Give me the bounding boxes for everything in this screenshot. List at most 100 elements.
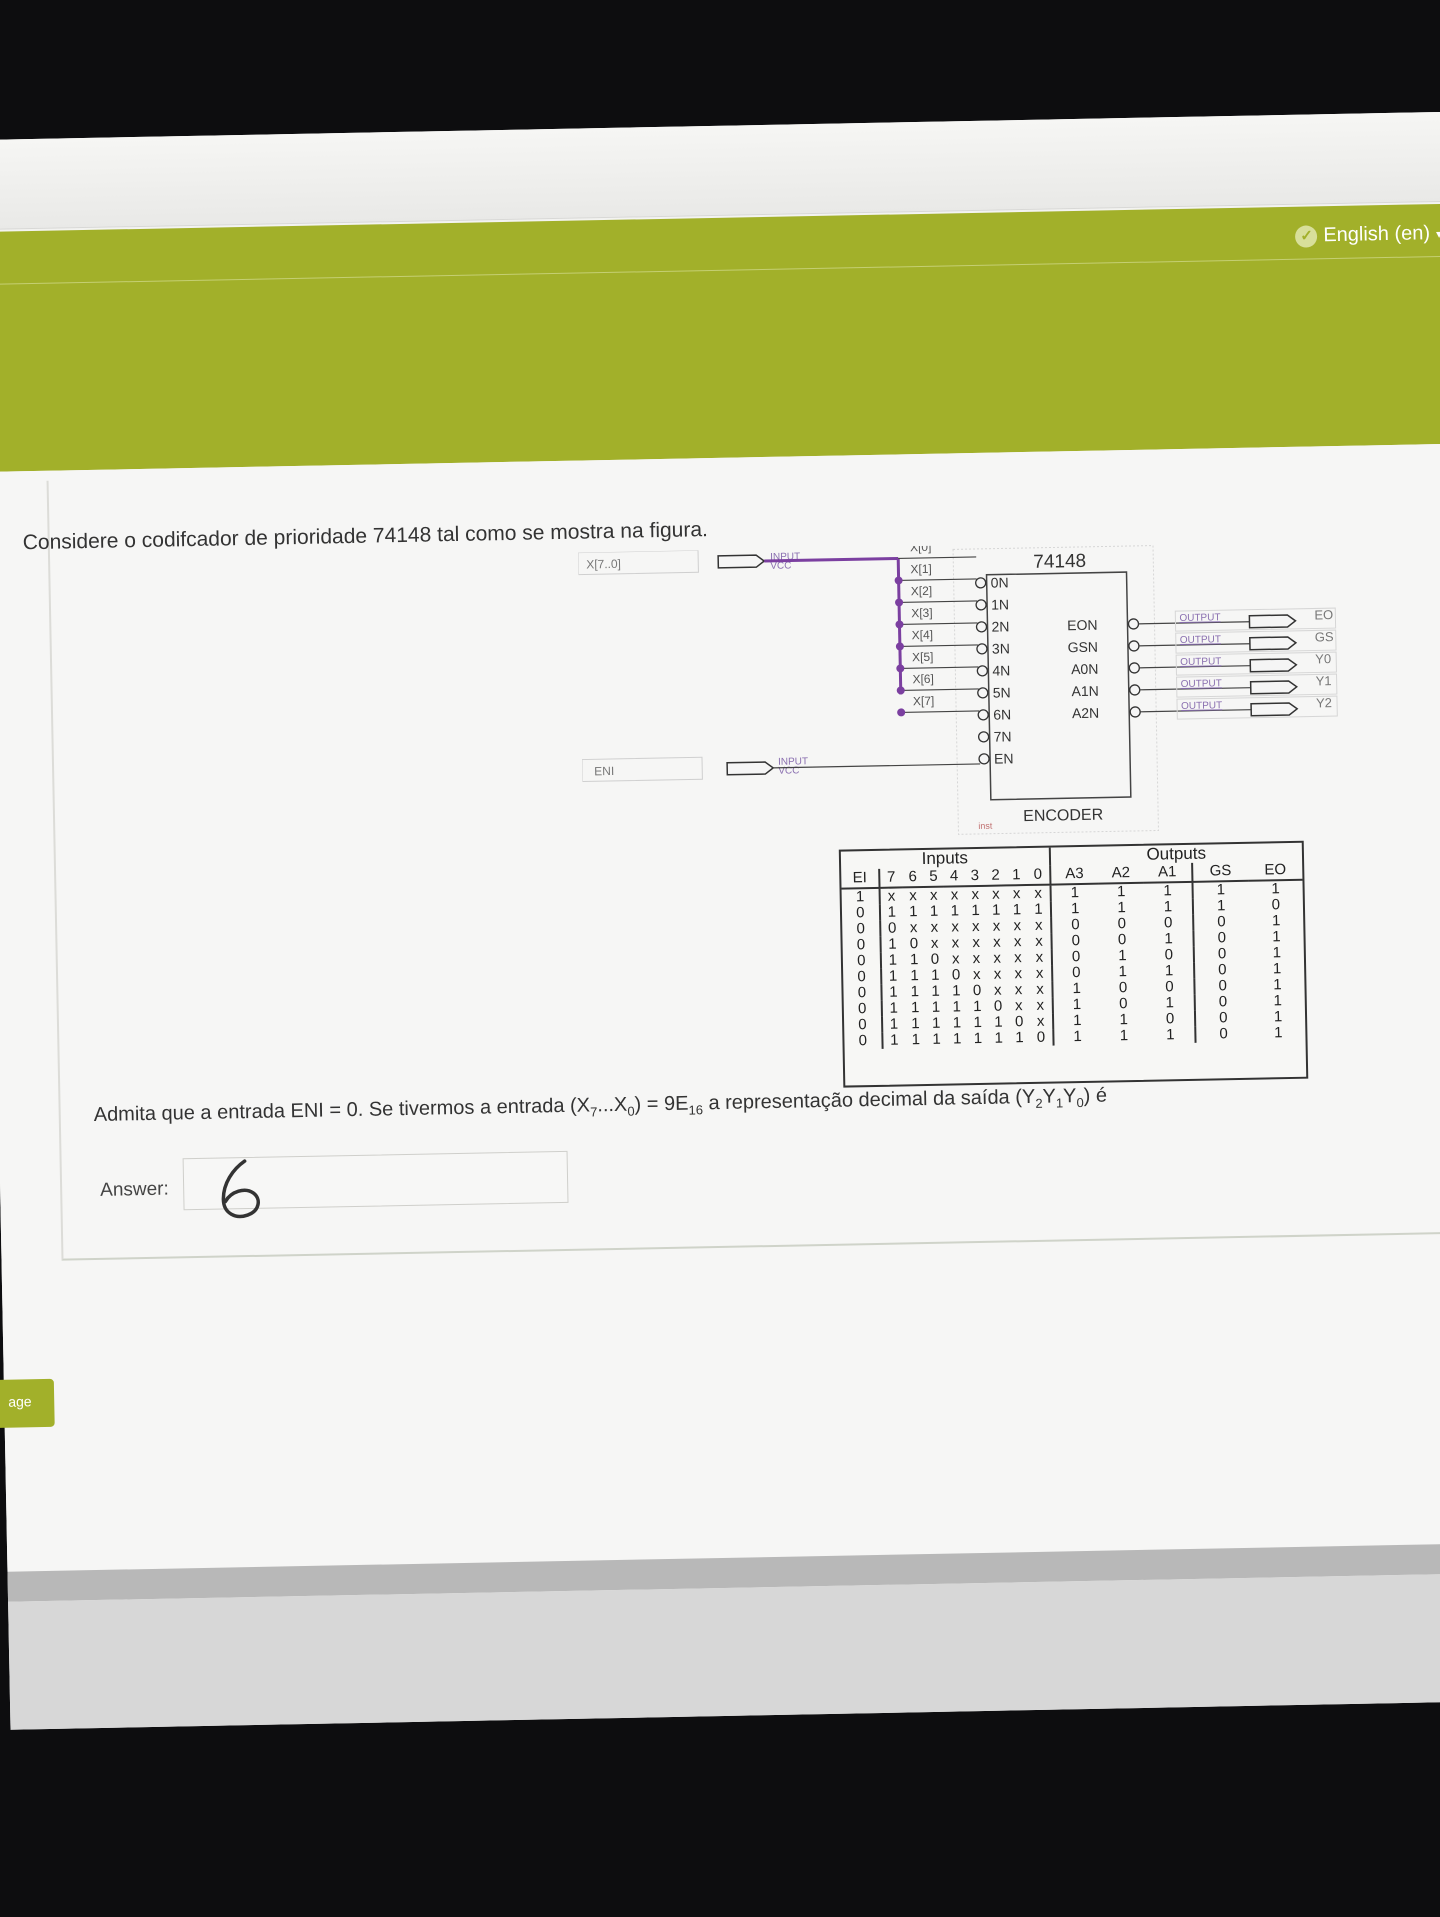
table-cell: x bbox=[930, 918, 939, 936]
table-cell: 1 bbox=[1274, 1024, 1283, 1042]
language-label: English (en) bbox=[1323, 222, 1431, 247]
table-cell: 0 bbox=[1217, 929, 1227, 947]
left-pin-label: 1N bbox=[991, 596, 1009, 612]
left-pin-label: 0N bbox=[991, 574, 1009, 590]
table-cell: 1 bbox=[1272, 928, 1281, 946]
check-globe-icon bbox=[1295, 224, 1318, 248]
table-cell: x bbox=[1014, 965, 1023, 983]
table-cell: 1 bbox=[910, 983, 920, 1001]
left-pin-label: 2N bbox=[991, 618, 1009, 634]
bus-input-label: X[7..0] bbox=[586, 557, 621, 572]
table-cell: x bbox=[1027, 917, 1052, 935]
column-header: A2 bbox=[1097, 863, 1144, 884]
table-cell: 1 bbox=[1143, 881, 1193, 900]
left-pin-label: EN bbox=[994, 750, 1014, 766]
column-header: 6 bbox=[902, 868, 924, 888]
table-cell: 0 bbox=[1271, 896, 1281, 914]
bus-tap-wire bbox=[900, 688, 979, 692]
output-bubble bbox=[1128, 662, 1140, 674]
table-cell: 1 bbox=[1012, 901, 1022, 919]
table-cell: x bbox=[1014, 981, 1023, 999]
table-cell: 0 bbox=[843, 968, 882, 986]
table-cell: x bbox=[1012, 885, 1021, 903]
table-cell: x bbox=[972, 933, 981, 952]
table-cell: 1 bbox=[1273, 1008, 1283, 1026]
output-bubble bbox=[1128, 640, 1140, 652]
table-cell: 1 bbox=[910, 967, 919, 985]
caret-down-icon: ▾ bbox=[1435, 226, 1440, 241]
next-page-button[interactable]: age bbox=[0, 1378, 55, 1428]
output-bubble bbox=[1129, 706, 1141, 718]
main-content: Considere o codifcador de prioridade 741… bbox=[0, 443, 1440, 1572]
column-header: GS bbox=[1191, 861, 1249, 882]
bus-junction bbox=[896, 664, 905, 673]
bus-tap-label: X[3] bbox=[911, 606, 933, 620]
bus-input-pin-icon bbox=[717, 554, 766, 569]
right-pin-label: GSN bbox=[1067, 639, 1098, 656]
table-cell: 1 bbox=[931, 982, 940, 1000]
column-header: 1 bbox=[1005, 866, 1027, 886]
table-cell: 1 bbox=[1119, 1011, 1129, 1029]
bus-tap-wire bbox=[899, 600, 978, 604]
table-cell: x bbox=[992, 917, 1001, 935]
table-cell: 1 bbox=[888, 967, 898, 985]
table-cell: 0 bbox=[951, 966, 961, 984]
table-cell: 1 bbox=[1146, 994, 1195, 1012]
monitor-screen: English (en) ▾ Considere o codifcador de… bbox=[0, 111, 1440, 1730]
table-cell: 0 bbox=[1218, 993, 1228, 1011]
table-cell: x bbox=[1014, 949, 1022, 967]
table-cell: 0 bbox=[1117, 915, 1127, 933]
table-cell: 1 bbox=[950, 902, 960, 920]
output-name: Y1 bbox=[1315, 673, 1331, 688]
output-tag: OUTPUT bbox=[1180, 656, 1221, 668]
table-cell: 1 bbox=[1072, 980, 1082, 998]
table-cell: 1 bbox=[1070, 884, 1080, 902]
table-cell: x bbox=[1029, 1013, 1053, 1031]
table-cell: 0 bbox=[1119, 995, 1128, 1013]
language-menu[interactable]: English (en) ▾ bbox=[1295, 222, 1440, 248]
table-cell: 0 bbox=[842, 920, 881, 938]
output-tag: OUTPUT bbox=[1179, 612, 1220, 624]
table-cell: x bbox=[992, 933, 1001, 951]
answer-handwritten-value: 6 bbox=[221, 1159, 260, 1219]
chip-left-pins: 0N 1N 2N 3N 4N 5N 6N 7N EN bbox=[975, 574, 1014, 767]
eni-label: ENI bbox=[594, 764, 614, 778]
table-cell: 0 bbox=[930, 950, 940, 968]
table-cell: 1 bbox=[1145, 962, 1194, 980]
right-pin-label: EON bbox=[1067, 617, 1098, 634]
table-cell: x bbox=[929, 886, 938, 904]
output-pin-icon bbox=[1249, 658, 1298, 673]
table-cell: 1 bbox=[1272, 960, 1282, 978]
table-cell: 1 bbox=[1271, 912, 1281, 930]
eni-input-pin-icon bbox=[726, 761, 775, 776]
table-cell: 1 bbox=[930, 966, 940, 984]
table-cell: 1 bbox=[1216, 897, 1226, 915]
bus-junction bbox=[895, 620, 904, 629]
table-cell: x bbox=[1028, 949, 1052, 967]
right-pin-label: A0N bbox=[1071, 661, 1099, 678]
output-tag: OUTPUT bbox=[1181, 700, 1222, 712]
table-cell: 1 bbox=[971, 901, 980, 920]
bus-tap-label: X[6] bbox=[912, 672, 934, 686]
inverter-bubble bbox=[977, 709, 989, 721]
table-cell: 0 bbox=[843, 984, 882, 1002]
table-cell: 1 bbox=[1118, 963, 1128, 981]
table-cell: 1 bbox=[973, 1029, 983, 1048]
inst-tag: inst bbox=[978, 821, 993, 831]
right-pin-label: A2N bbox=[1072, 705, 1100, 722]
table-cell: 0 bbox=[1071, 916, 1080, 934]
table-cell: x bbox=[951, 934, 960, 952]
output-name: Y2 bbox=[1316, 695, 1332, 710]
answer-label: Answer: bbox=[99, 1178, 170, 1201]
table-cell: x bbox=[993, 965, 1002, 983]
table-cell: x bbox=[1014, 997, 1023, 1015]
column-header: EI bbox=[841, 868, 880, 889]
output-bubble bbox=[1127, 618, 1140, 630]
table-cell: 1 bbox=[931, 998, 941, 1016]
table-cell: 0 bbox=[1071, 948, 1081, 966]
table-cell: 1 bbox=[910, 999, 920, 1017]
table-cell: 0 bbox=[1219, 1025, 1228, 1043]
table-cell: x bbox=[993, 949, 1002, 967]
output-name: Y0 bbox=[1315, 651, 1331, 666]
bus-junction bbox=[896, 686, 905, 695]
